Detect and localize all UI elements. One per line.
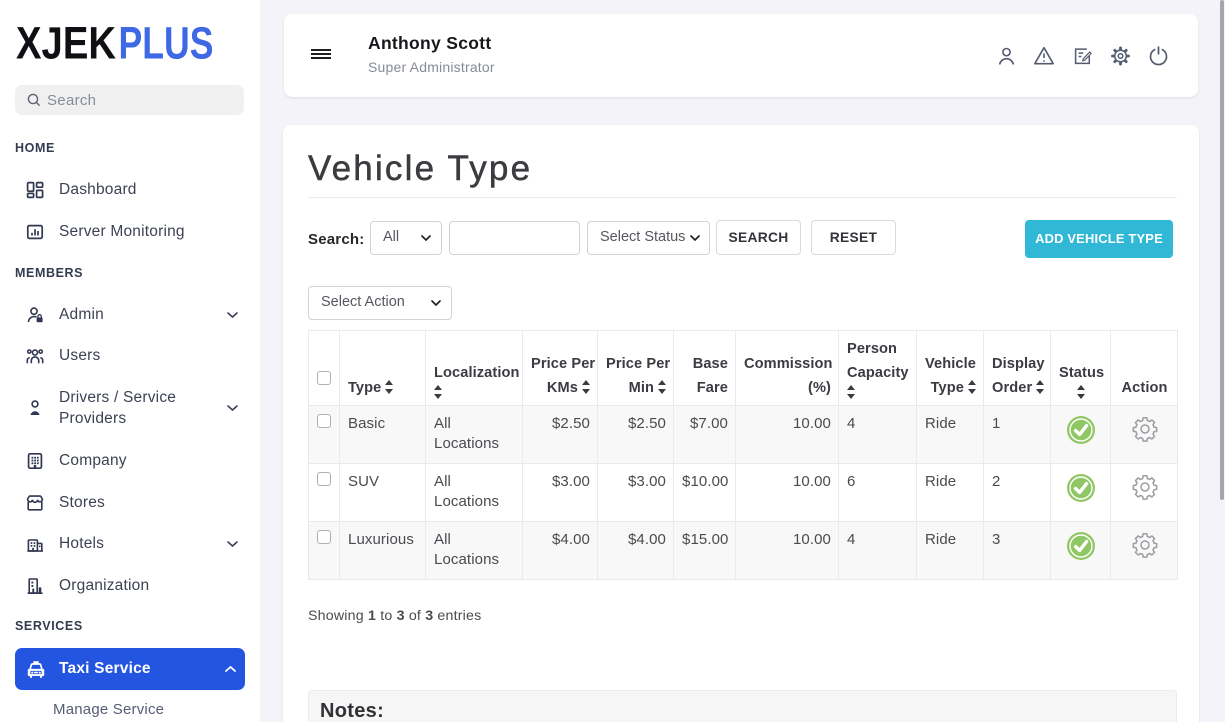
- svg-text:XJEK: XJEK: [16, 25, 116, 61]
- svg-text:PLUS: PLUS: [119, 25, 214, 61]
